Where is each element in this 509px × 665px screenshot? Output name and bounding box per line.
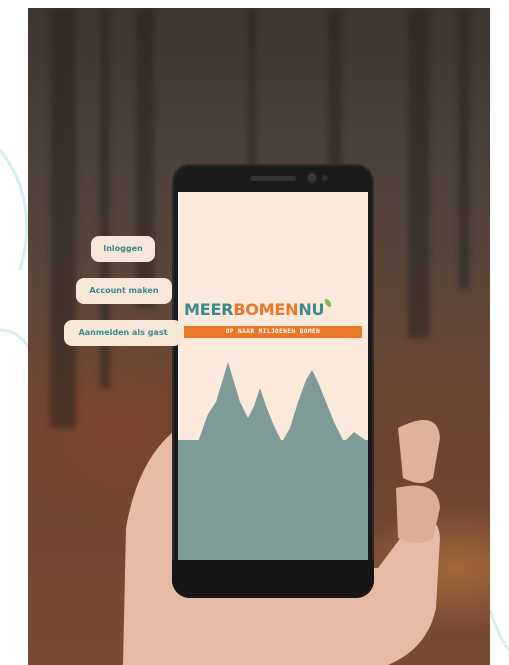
leaf-icon: [325, 299, 332, 307]
phone-bottom-bezel: [172, 560, 374, 598]
logo-word-nu: NU: [298, 300, 325, 319]
phone-sensor: [322, 175, 328, 181]
app-screen: MEERBOMENNU OP NAAR MILJOENEN BOMEN: [178, 192, 368, 560]
create-account-button[interactable]: Account maken: [76, 278, 172, 304]
tree-silhouettes: [178, 362, 368, 452]
login-button[interactable]: Inloggen: [91, 236, 155, 262]
tagline: OP NAAR MILJOENEN BOMEN: [184, 326, 362, 338]
logo-word-meer: MEER: [184, 300, 234, 319]
camera-icon: [308, 174, 316, 182]
phone-speaker: [250, 176, 296, 181]
logo-word-bomen: BOMEN: [233, 300, 299, 319]
guest-login-button[interactable]: Aanmelden als gast: [64, 320, 182, 346]
app-logo: MEERBOMENNU: [184, 299, 362, 320]
